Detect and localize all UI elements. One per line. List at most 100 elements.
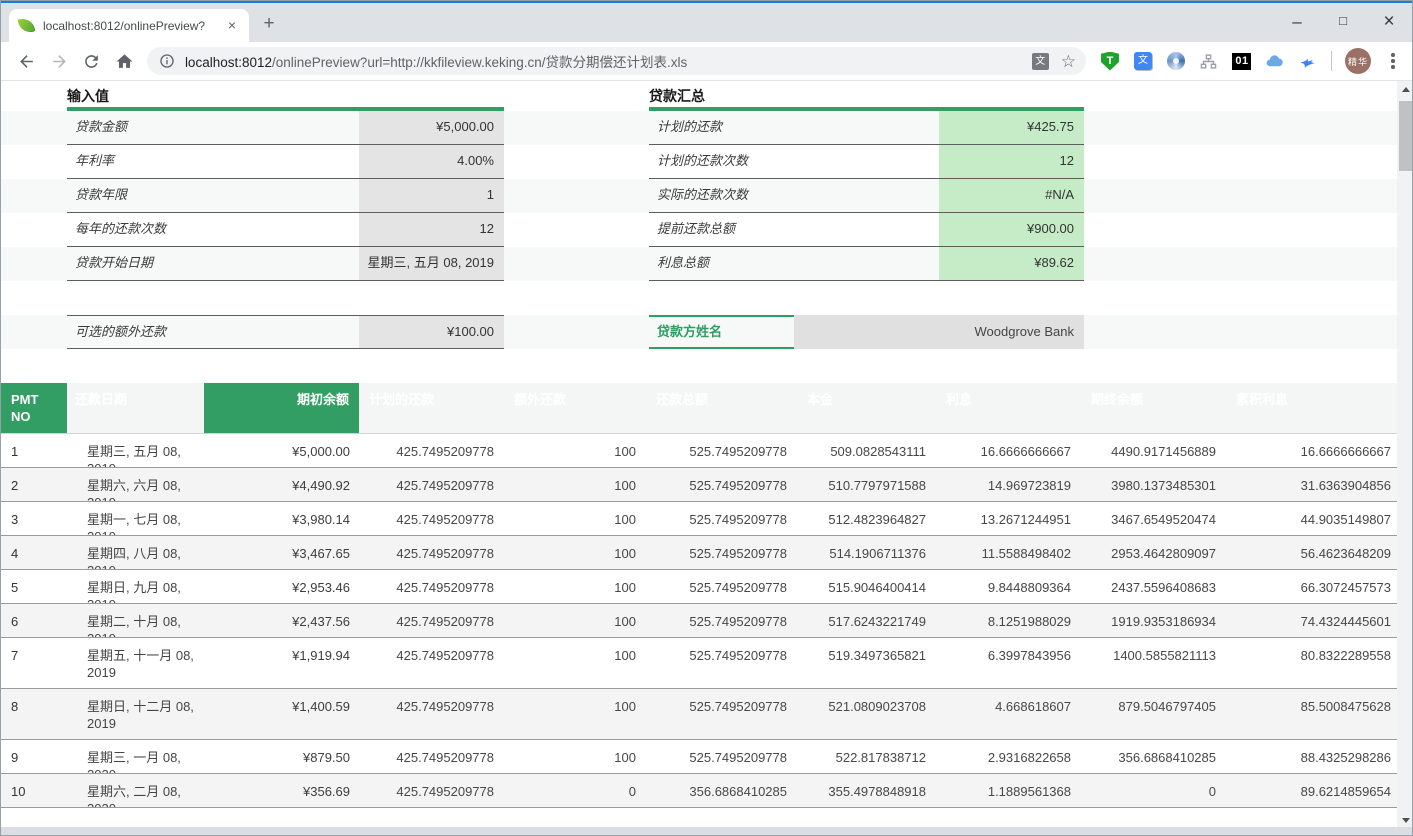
table-cell: 2.9316822658 (936, 740, 1081, 773)
table-cell: 879.5046797405 (1081, 689, 1226, 739)
input-row: 贷款金额¥5,000.00 (67, 111, 504, 145)
table-cell: 100 (504, 570, 646, 603)
table-row: 1星期三, 五月 08, 2019¥5,000.00425.7495209778… (1, 434, 1397, 468)
table-cell: 425.7495209778 (359, 638, 504, 688)
table-cell: 10 (1, 774, 67, 807)
loan-summary-section: 贷款汇总 计划的还款¥425.75计划的还款次数12实际的还款次数#N/A提前还… (649, 86, 1084, 349)
table-cell: 66.3072457573 (1226, 570, 1397, 603)
table-cell: ¥3,467.65 (204, 536, 359, 569)
table-cell: ¥3,980.14 (204, 502, 359, 535)
address-bar[interactable]: localhost:8012/onlinePreview?url=http://… (147, 47, 1086, 75)
row-label: 利息总额 (649, 247, 939, 280)
toolbar-divider (1331, 51, 1332, 71)
table-cell: 355.4978848918 (797, 774, 936, 807)
column-header: 期初余额 (204, 383, 359, 433)
lender-value: Woodgrove Bank (794, 315, 1084, 349)
tab-close-icon[interactable]: × (223, 17, 241, 35)
row-label: 年利率 (67, 145, 359, 178)
translate-page-icon[interactable]: 文 (1032, 53, 1049, 70)
table-cell: 521.0809023708 (797, 689, 936, 739)
table-cell: 100 (504, 689, 646, 739)
profile-avatar[interactable]: 精华 (1345, 48, 1371, 74)
column-header: 额外还款 (504, 383, 646, 433)
table-cell: 星期日, 十二月 08, 2019 (67, 689, 204, 739)
table-cell: 2 (1, 468, 67, 501)
section-title: 贷款汇总 (649, 86, 1084, 107)
section-title: 输入值 (67, 86, 504, 107)
row-label: 每年的还款次数 (67, 213, 359, 246)
table-cell: 13.2671244951 (936, 502, 1081, 535)
table-cell: 3980.1373485301 (1081, 468, 1226, 501)
table-cell: 425.7495209778 (359, 570, 504, 603)
row-value: ¥425.75 (939, 111, 1084, 144)
shield-extension-icon[interactable]: T (1100, 51, 1120, 71)
table-cell: 星期一, 七月 08, 2019 (67, 502, 204, 535)
table-cell: ¥879.50 (204, 740, 359, 773)
table-cell: 星期二, 十月 08, 2019 (67, 604, 204, 637)
table-cell: 56.4623648209 (1226, 536, 1397, 569)
swirl-extension-icon[interactable] (1166, 51, 1186, 71)
column-header: 期终余额 (1081, 383, 1226, 433)
table-cell: 100 (504, 638, 646, 688)
table-cell: 88.4325298286 (1226, 740, 1397, 773)
table-cell: 356.6868410285 (646, 774, 797, 807)
table-cell: 512.4823964827 (797, 502, 936, 535)
column-header: 利息 (936, 383, 1081, 433)
table-body: 1星期三, 五月 08, 2019¥5,000.00425.7495209778… (1, 434, 1397, 808)
table-cell: 517.6243221749 (797, 604, 936, 637)
table-cell: 525.7495209778 (646, 689, 797, 739)
close-button[interactable]: × (1366, 1, 1412, 42)
input-values-section: 输入值 贷款金额¥5,000.00年利率4.00%贷款年限1每年的还款次数12贷… (67, 86, 504, 349)
chrome-menu-icon[interactable] (1384, 51, 1402, 71)
table-cell: 星期三, 五月 08, 2019 (67, 434, 204, 467)
translate-extension-icon[interactable]: 文 (1133, 51, 1153, 71)
forward-button[interactable] (45, 47, 72, 75)
reload-button[interactable] (78, 47, 105, 75)
table-cell: 514.1906711376 (797, 536, 936, 569)
bird-extension-icon[interactable] (1298, 51, 1318, 71)
summary-rows: 计划的还款¥425.75计划的还款次数12实际的还款次数#N/A提前还款总额¥9… (649, 111, 1084, 281)
home-button[interactable] (110, 47, 137, 75)
input-row: 年利率4.00% (67, 145, 504, 179)
table-cell: 14.969723819 (936, 468, 1081, 501)
row-value: ¥900.00 (939, 213, 1084, 246)
table-cell: 9 (1, 740, 67, 773)
row-value: 星期三, 五月 08, 2019 (359, 247, 504, 280)
row-label: 可选的额外还款 (67, 316, 359, 348)
cloud-extension-icon[interactable] (1265, 51, 1285, 71)
table-cell: 100 (504, 502, 646, 535)
table-cell: 74.4324445601 (1226, 604, 1397, 637)
badge-01-extension-icon[interactable]: 01 (1232, 51, 1252, 71)
minimize-button[interactable]: – (1274, 1, 1320, 42)
kkfileview-leaf-favicon (18, 17, 36, 35)
table-cell: 80.8322289558 (1226, 638, 1397, 688)
back-button[interactable] (13, 47, 40, 75)
table-cell: 525.7495209778 (646, 536, 797, 569)
vertical-scrollbar[interactable] (1397, 81, 1413, 829)
lender-name-row: 贷款方姓名 Woodgrove Bank (649, 315, 1084, 349)
table-cell: 8.1251988029 (936, 604, 1081, 637)
table-cell: 6.3997843956 (936, 638, 1081, 688)
scrollbar-thumb[interactable] (1399, 101, 1412, 171)
lender-label: 贷款方姓名 (649, 315, 794, 349)
table-cell: 2953.4642809097 (1081, 536, 1226, 569)
maximize-button[interactable]: □ (1320, 1, 1366, 42)
browser-tab[interactable]: localhost:8012/onlinePreview? × (9, 9, 249, 42)
row-label: 计划的还款次数 (649, 145, 939, 178)
amortization-table: PMT NO还款日期期初余额计划的还款额外还款还款总额本金利息期终余额累积利息 … (1, 383, 1397, 808)
table-header-row: PMT NO还款日期期初余额计划的还款额外还款还款总额本金利息期终余额累积利息 (1, 383, 1397, 434)
sitemap-extension-icon[interactable] (1199, 51, 1219, 71)
table-cell: 4 (1, 536, 67, 569)
table-cell: 1400.5855821113 (1081, 638, 1226, 688)
page-info-icon[interactable] (159, 53, 175, 69)
browser-titlebar: localhost:8012/onlinePreview? × + – □ × (1, 3, 1412, 42)
table-cell: 3467.6549520474 (1081, 502, 1226, 535)
table-cell: 525.7495209778 (646, 604, 797, 637)
row-label: 贷款年限 (67, 179, 359, 212)
input-row: 每年的还款次数12 (67, 213, 504, 247)
table-cell: 425.7495209778 (359, 434, 504, 467)
new-tab-button[interactable]: + (255, 11, 283, 39)
bookmark-star-icon[interactable]: ☆ (1061, 53, 1076, 70)
scrollbar-up-arrow[interactable] (1397, 81, 1413, 98)
row-label: 计划的还款 (649, 111, 939, 144)
